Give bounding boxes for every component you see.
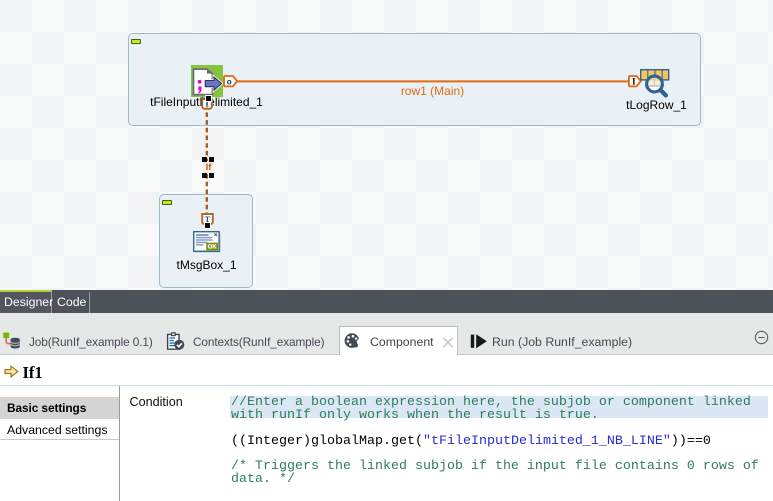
svg-text:I: I bbox=[631, 78, 635, 88]
svg-text:OK: OK bbox=[207, 244, 217, 250]
svg-text:o: o bbox=[226, 77, 231, 87]
